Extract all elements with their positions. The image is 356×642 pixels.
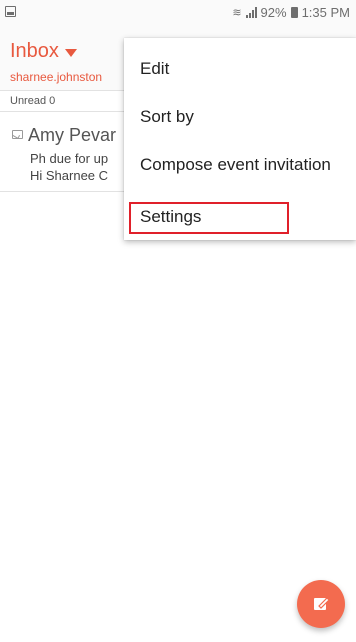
overflow-menu: Edit Sort by Compose event invitation Se… — [124, 38, 356, 240]
status-bar: ≋ 92% 1:35 PM — [0, 0, 356, 26]
wifi-icon: ≋ — [232, 7, 242, 19]
status-bar-right: ≋ 92% 1:35 PM — [232, 5, 350, 20]
signal-icon — [245, 7, 257, 18]
unread-count: Unread 0 — [10, 95, 56, 107]
mail-icon — [12, 130, 23, 139]
menu-item-compose-event-invitation[interactable]: Compose event invitation — [124, 142, 356, 188]
menu-item-sort-by[interactable]: Sort by — [124, 94, 356, 140]
compose-button[interactable] — [297, 580, 345, 628]
notification-icon — [5, 6, 16, 17]
compose-icon — [314, 597, 330, 610]
mailbox-title: Inbox — [10, 40, 59, 62]
battery-percent: 92% — [260, 5, 287, 20]
menu-item-settings[interactable]: Settings — [129, 202, 289, 234]
account-email: sharnee.johnston — [10, 70, 103, 84]
mail-preview: Hi Sharnee C — [30, 168, 109, 183]
battery-icon — [290, 7, 298, 18]
mail-sender: Amy Pevar — [28, 125, 117, 145]
mail-subject: Ph due for up — [30, 151, 109, 166]
mailbox-selector[interactable]: Inbox — [10, 40, 77, 63]
menu-item-edit[interactable]: Edit — [124, 46, 356, 92]
caret-down-icon — [64, 48, 77, 57]
clock: 1:35 PM — [301, 5, 350, 20]
